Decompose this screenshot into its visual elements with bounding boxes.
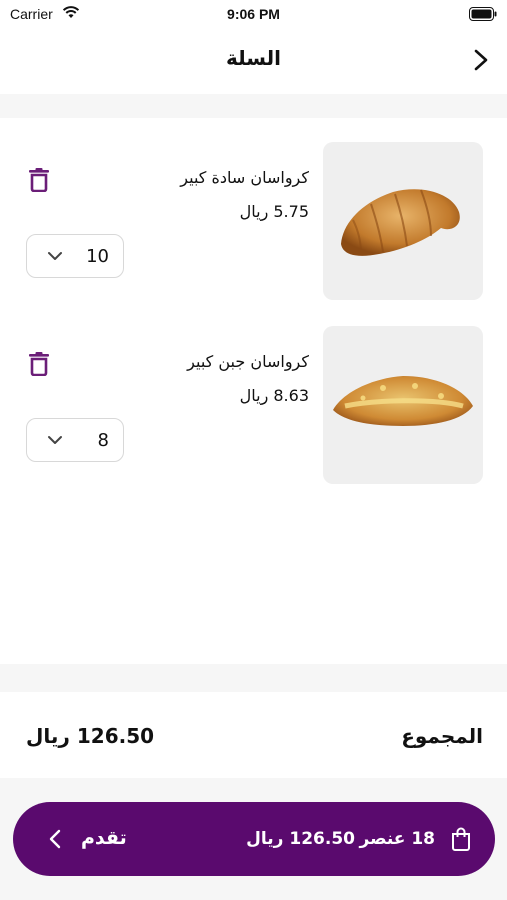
chevron-right-icon bbox=[474, 49, 488, 71]
total-label: المجموع bbox=[401, 724, 483, 748]
croissant-image bbox=[333, 376, 473, 426]
product-price: 8.63 ريال bbox=[239, 386, 309, 405]
product-name: كرواسان جبن كبير bbox=[187, 352, 309, 371]
nav-bar: السلة bbox=[0, 30, 507, 92]
battery-icon bbox=[469, 7, 497, 21]
product-image bbox=[323, 142, 483, 300]
back-button[interactable] bbox=[469, 46, 493, 74]
total-value: 126.50 ريال bbox=[26, 724, 155, 748]
product-name: كرواسان سادة كبير bbox=[180, 168, 309, 187]
chevron-down-icon bbox=[48, 252, 62, 260]
cart-item: كرواسان سادة كبير 5.75 ريال 10 bbox=[0, 142, 507, 302]
cart-item: كرواسان جبن كبير 8.63 ريال 8 bbox=[0, 326, 507, 486]
trash-icon[interactable] bbox=[28, 168, 50, 192]
chevron-down-icon bbox=[48, 436, 62, 444]
checkout-button[interactable]: 18 عنصر 126.50 ريال تقدم bbox=[13, 802, 495, 876]
shopping-bag-icon bbox=[452, 827, 470, 851]
croissant-image bbox=[341, 189, 460, 256]
quantity-select[interactable]: 10 bbox=[26, 234, 124, 278]
clock: 9:06 PM bbox=[227, 6, 280, 22]
divider-band bbox=[0, 94, 507, 118]
product-image bbox=[323, 326, 483, 484]
item-count: 18 عنصر bbox=[359, 829, 435, 849]
quantity-value: 10 bbox=[86, 246, 109, 267]
quantity-select[interactable]: 8 bbox=[26, 418, 124, 462]
trash-icon[interactable] bbox=[28, 352, 50, 376]
chevron-left-icon bbox=[49, 829, 61, 849]
proceed-label: تقدم bbox=[81, 827, 127, 849]
totals-row: المجموع 126.50 ريال bbox=[0, 692, 507, 778]
status-bar: Carrier 9:06 PM bbox=[0, 0, 507, 30]
divider-band bbox=[0, 664, 507, 692]
page-title: السلة bbox=[225, 46, 281, 70]
product-price: 5.75 ريال bbox=[239, 202, 309, 221]
checkout-total: 126.50 ريال bbox=[246, 829, 355, 849]
quantity-value: 8 bbox=[97, 430, 109, 451]
